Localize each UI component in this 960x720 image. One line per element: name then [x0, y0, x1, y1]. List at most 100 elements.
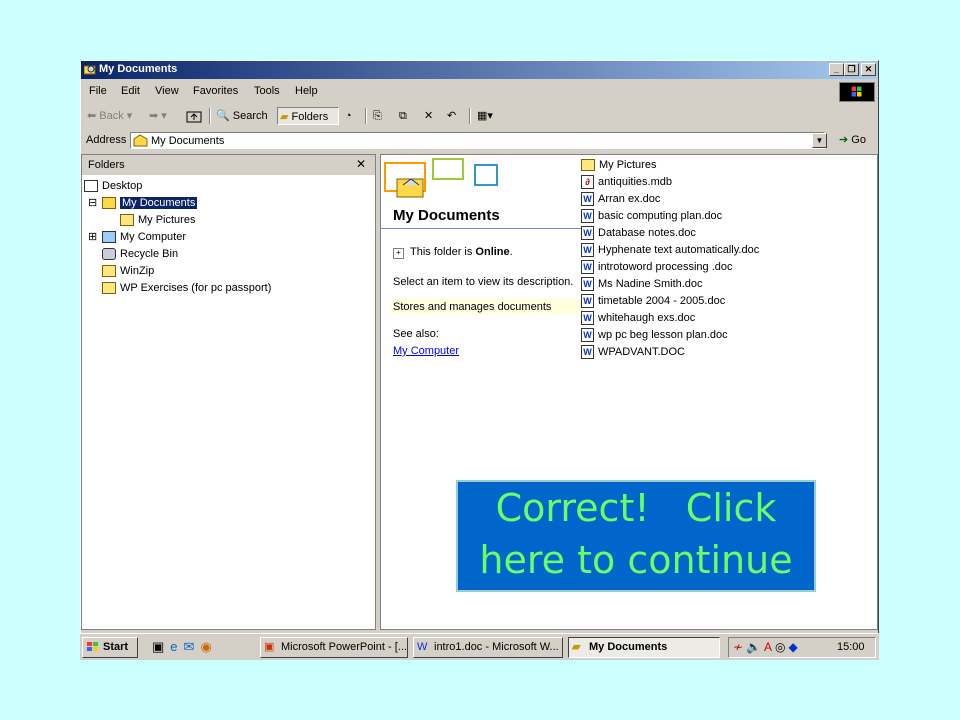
- menu-file[interactable]: File: [89, 85, 107, 97]
- expand-icon[interactable]: +: [393, 248, 404, 259]
- file-list-item[interactable]: Wintrotoword processing .doc: [581, 259, 733, 275]
- file-list-item[interactable]: Wbasic computing plan.doc: [581, 208, 722, 224]
- tree-item-my-pictures[interactable]: My Pictures: [120, 212, 195, 228]
- file-list-item[interactable]: W Ms Nadine Smith.doc: [581, 276, 703, 292]
- folder-icon: [120, 214, 134, 227]
- address-dropdown-button[interactable]: ▼: [812, 133, 827, 148]
- file-list-item[interactable]: Wwp pc beg lesson plan.doc: [581, 327, 728, 343]
- forward-button[interactable]: ➡ ▾: [149, 107, 167, 125]
- folder-status: + This folder is Online.: [393, 246, 513, 259]
- close-button[interactable]: ✕: [861, 63, 876, 76]
- move-to-button[interactable]: ⎘: [373, 107, 382, 125]
- desktop-icon: [84, 180, 98, 193]
- views-button[interactable]: ▦▾: [477, 107, 493, 125]
- file-name: Ms Nadine Smith.doc: [598, 278, 703, 290]
- views-icon: ▦: [477, 110, 488, 122]
- folders-pane-close-button[interactable]: ✕: [356, 157, 366, 171]
- windows-logo: [839, 82, 875, 102]
- menu-view[interactable]: View: [155, 85, 179, 97]
- messenger-icon[interactable]: ◆: [789, 640, 801, 654]
- copy-to-icon: ⧉: [399, 110, 407, 122]
- taskbar-button-word[interactable]: Wintro1.doc - Microsoft W...: [413, 637, 563, 658]
- word-doc-icon: W: [581, 260, 594, 275]
- folder-search-icon: ▰: [572, 641, 581, 653]
- clock[interactable]: 15:00: [837, 641, 865, 653]
- file-list-item[interactable]: My Pictures: [581, 157, 656, 173]
- taskbar-button-powerpoint[interactable]: ▣ Microsoft PowerPoint - [...: [260, 637, 408, 658]
- outlook-icon[interactable]: ✉: [184, 639, 201, 654]
- delete-button[interactable]: ✕: [424, 107, 433, 125]
- folders-button[interactable]: ▰ Folders: [277, 107, 339, 125]
- folder-icon: [102, 265, 116, 278]
- file-name: Arran ex.doc: [598, 193, 661, 205]
- folder-icon: [581, 159, 595, 172]
- tree-item-winzip[interactable]: WinZip: [102, 263, 154, 279]
- volume-icon[interactable]: 🔈: [746, 640, 764, 654]
- file-name: Hyphenate text automatically.doc: [598, 244, 760, 256]
- tree-item-desktop[interactable]: Desktop: [84, 178, 142, 194]
- toolbar-separator: [209, 108, 211, 124]
- menu-bar: File Edit View Favorites Tools Help: [81, 81, 878, 102]
- see-also-label: See also:: [393, 328, 439, 340]
- tree-item-my-computer[interactable]: My Computer: [102, 229, 186, 245]
- chevron-down-icon: ▼: [815, 136, 824, 145]
- menu-edit[interactable]: Edit: [121, 85, 140, 97]
- file-list-item[interactable]: W Hyphenate text automatically.doc: [581, 242, 759, 258]
- menu-favorites[interactable]: Favorites: [193, 85, 238, 97]
- tree-item-my-documents[interactable]: My Documents: [102, 195, 198, 211]
- go-arrow-icon: ➔: [839, 134, 849, 146]
- history-button[interactable]: ◔: [345, 107, 352, 125]
- menu-help[interactable]: Help: [295, 85, 318, 97]
- file-list-item[interactable]: W WPADVANT.DOC: [581, 344, 685, 360]
- search-button[interactable]: 🔍 Search: [216, 107, 268, 125]
- file-name: timetable 2004 - 2005.doc: [598, 295, 726, 307]
- access-file-icon: ∂: [581, 175, 594, 190]
- up-folder-button[interactable]: [186, 107, 202, 125]
- file-list-item[interactable]: Wwhitehaugh exs.doc: [581, 310, 695, 326]
- file-list-item[interactable]: W Database notes.doc: [581, 225, 696, 241]
- back-arrow-icon: ⬅: [87, 110, 97, 122]
- start-button[interactable]: Start: [82, 637, 138, 658]
- media-player-icon[interactable]: ◉: [200, 639, 217, 654]
- file-name: My Pictures: [599, 159, 657, 171]
- undo-button[interactable]: ↶: [447, 107, 456, 125]
- tree-expander-my-computer[interactable]: ⊞: [88, 229, 97, 245]
- word-doc-icon: W: [581, 277, 594, 292]
- taskbar-button-my-documents[interactable]: ▰ My Documents: [568, 637, 720, 658]
- tree-item-wp-exercises[interactable]: WP Exercises (for pc passport): [102, 280, 271, 296]
- minimize-button[interactable]: _: [829, 63, 844, 76]
- ie-icon[interactable]: e: [170, 639, 183, 654]
- my-computer-link[interactable]: My Computer: [393, 345, 459, 357]
- word-doc-icon: W: [581, 209, 594, 224]
- powerpoint-icon: ▣: [264, 641, 275, 653]
- antivirus-icon[interactable]: ◎: [775, 640, 788, 654]
- file-list-item[interactable]: ∂ antiquities.mdb: [581, 174, 672, 190]
- search-icon: 🔍: [216, 110, 230, 122]
- continue-button[interactable]: Correct! Click here to continue: [456, 480, 816, 592]
- file-name: WPADVANT.DOC: [598, 346, 685, 358]
- folder-icon: [102, 282, 116, 295]
- file-name: wp pc beg lesson plan.doc: [598, 329, 728, 341]
- file-list-item[interactable]: Wtimetable 2004 - 2005.doc: [581, 293, 725, 309]
- back-button[interactable]: ⬅ Back ▾: [87, 107, 132, 125]
- file-name: antiquities.mdb: [598, 176, 672, 188]
- address-bar: Address My Documents ▼ ➔ Go: [81, 130, 878, 152]
- go-button[interactable]: ➔ Go: [839, 133, 866, 146]
- acrobat-icon[interactable]: A: [764, 640, 775, 654]
- menu-tools[interactable]: Tools: [254, 85, 280, 97]
- taskbar: Start ▣e✉◉ ▣ Microsoft PowerPoint - [... …: [80, 633, 879, 660]
- recycle-bin-icon: [102, 248, 116, 261]
- select-hint: Select an item to view its description.: [393, 276, 574, 288]
- tree-expander-my-documents[interactable]: ⊟: [88, 195, 97, 211]
- title-bar[interactable]: My Documents _ ❐ ✕: [81, 61, 878, 79]
- restore-button[interactable]: ❐: [844, 63, 859, 76]
- word-doc-icon: W: [581, 311, 594, 326]
- copy-to-button[interactable]: ⧉: [399, 107, 407, 125]
- network-icon[interactable]: ≁: [733, 640, 746, 654]
- file-name: basic computing plan.doc: [598, 210, 723, 222]
- show-desktop-icon[interactable]: ▣: [152, 639, 170, 654]
- address-input[interactable]: My Documents: [130, 132, 825, 149]
- word-doc-icon: W: [581, 328, 594, 343]
- tree-item-recycle-bin[interactable]: Recycle Bin: [102, 246, 178, 262]
- file-list-item[interactable]: W Arran ex.doc: [581, 191, 660, 207]
